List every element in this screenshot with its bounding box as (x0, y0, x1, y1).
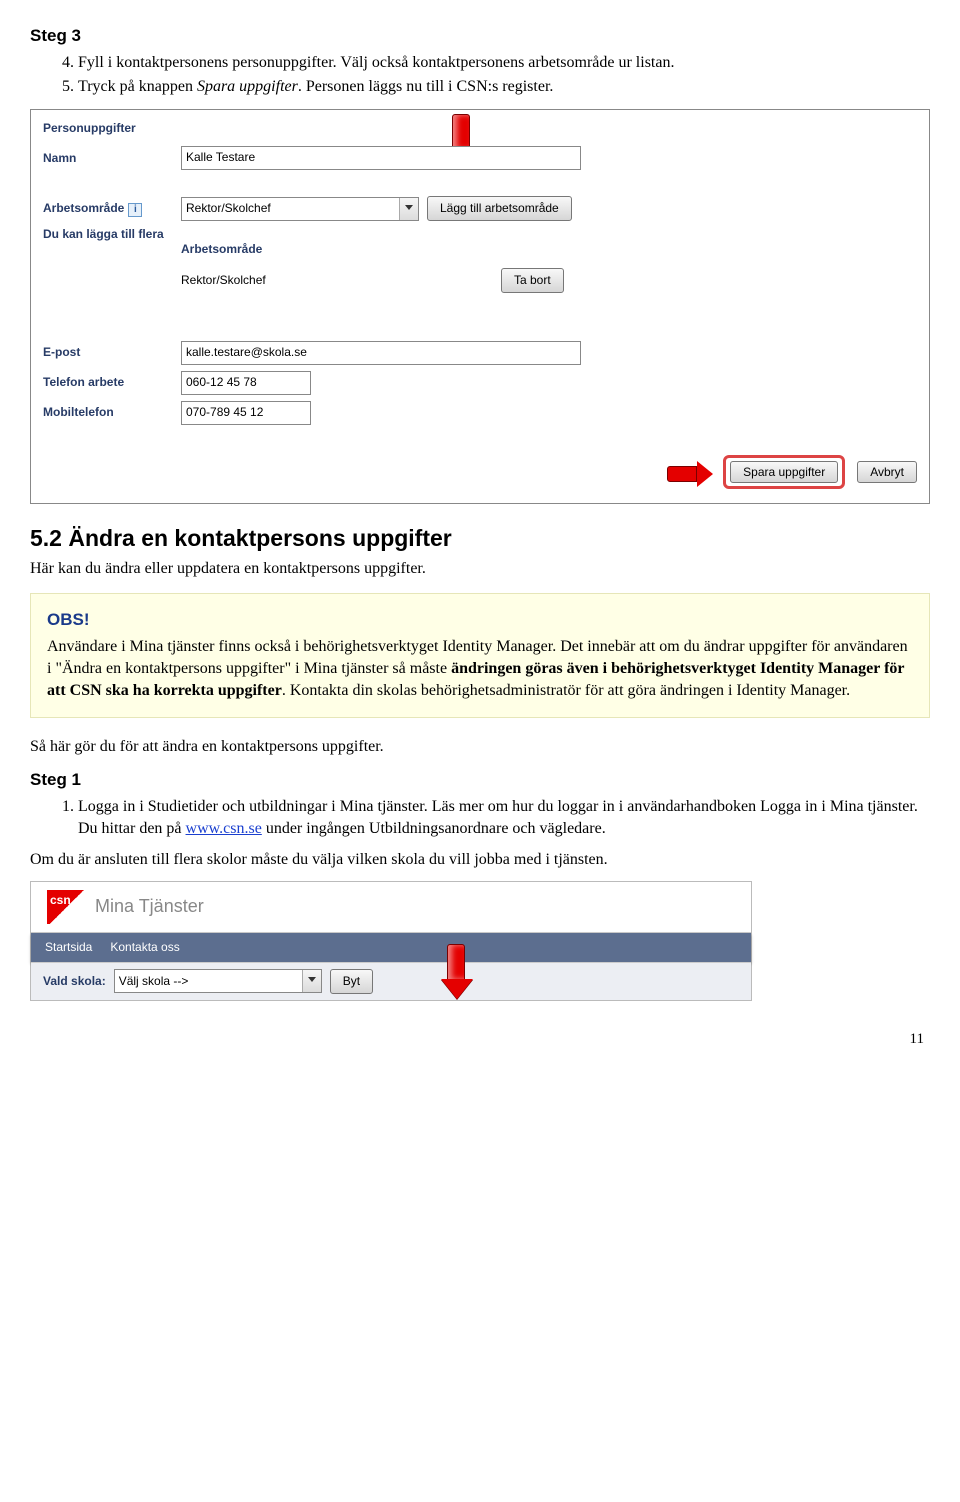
csn-header: csn Mina Tjänster (31, 882, 751, 933)
save-button[interactable]: Spara uppgifter (730, 461, 838, 483)
vald-skola-label: Vald skola: (43, 973, 106, 990)
input-epost[interactable]: kalle.testare@skola.se (181, 341, 581, 365)
step3-item-5-pre: Tryck på knappen (78, 78, 197, 95)
input-mobil[interactable]: 070-789 45 12 (181, 401, 311, 425)
cancel-button[interactable]: Avbryt (857, 461, 917, 483)
form-legend: Personuppgifter (43, 120, 917, 137)
subtable-header: Arbetsområde (181, 241, 501, 260)
page-number: 11 (30, 1029, 930, 1050)
obs-title: OBS! (47, 608, 913, 632)
section-5-2-heading: 5.2 Ändra en kontaktpersons uppgifter (30, 522, 930, 554)
chevron-down-icon (308, 977, 316, 982)
csn-nav: Startsida Kontakta oss (31, 933, 751, 962)
select-arbetsomrade[interactable]: Rektor/Skolchef (181, 197, 419, 221)
subtable-row-value: Rektor/Skolchef (181, 268, 501, 293)
step1-heading: Steg 1 (30, 768, 930, 792)
step1-item-1: Logga in i Studietider och utbildningar … (78, 796, 930, 841)
section-5-2-intro: Här kan du ändra eller uppdatera en kont… (30, 558, 930, 580)
csn-title: Mina Tjänster (95, 894, 204, 919)
step3-heading: Steg 3 (30, 24, 930, 48)
remove-button[interactable]: Ta bort (501, 268, 564, 293)
step3-item-5: Tryck på knappen Spara uppgifter. Person… (78, 76, 930, 98)
input-namn[interactable]: Kalle Testare (181, 146, 581, 170)
csn-link[interactable]: www.csn.se (186, 820, 262, 837)
chevron-down-icon (405, 205, 413, 210)
csn-screenshot: csn Mina Tjänster Startsida Kontakta oss… (30, 881, 752, 1001)
nav-kontakta[interactable]: Kontakta oss (110, 939, 179, 956)
select-skola-value: Välj skola --> (119, 973, 189, 990)
obs-callout: OBS! Användare i Mina tjänster finns ock… (30, 593, 930, 718)
label-mobil: Mobiltelefon (43, 404, 173, 421)
add-arbetsomrade-button[interactable]: Lägg till arbetsområde (427, 196, 572, 221)
label-arbetsomrade: Arbetsområdei (43, 200, 173, 217)
red-arrow-down-icon-2 (441, 944, 471, 1000)
obs-body-2: . Kontakta din skolas behörighetsadminis… (282, 682, 850, 699)
input-tel-arbete[interactable]: 060-12 45 78 (181, 371, 311, 395)
label-tel-arbete: Telefon arbete (43, 374, 173, 391)
step3-item-5-post: . Personen läggs nu till i CSN:s registe… (298, 78, 554, 95)
select-skola[interactable]: Välj skola --> (114, 969, 322, 993)
info-icon[interactable]: i (128, 203, 142, 217)
csn-bar: Vald skola: Välj skola --> Byt (31, 962, 751, 1000)
red-arrow-right-icon (667, 461, 713, 487)
label-epost: E-post (43, 344, 173, 361)
step1-item-1-post: under ingången Utbildningsanordnare och … (262, 820, 606, 837)
step3-item-4: Fyll i kontaktpersonens personuppgifter.… (78, 52, 930, 74)
select-arbetsomrade-value: Rektor/Skolchef (186, 200, 271, 217)
label-namn: Namn (43, 150, 173, 167)
save-highlight: Spara uppgifter (723, 455, 845, 489)
step3-item-5-italic: Spara uppgifter (197, 78, 298, 95)
step1-after: Om du är ansluten till flera skolor måst… (30, 849, 930, 871)
instructions-p: Så här gör du för att ändra en kontaktpe… (30, 736, 930, 758)
nav-startsida[interactable]: Startsida (45, 939, 92, 956)
personuppgifter-form: Personuppgifter Namn Kalle Testare Arbet… (30, 109, 930, 505)
byt-button[interactable]: Byt (330, 969, 373, 994)
csn-logo: csn (47, 890, 87, 924)
label-flera: Du kan lägga till flera (43, 227, 173, 243)
